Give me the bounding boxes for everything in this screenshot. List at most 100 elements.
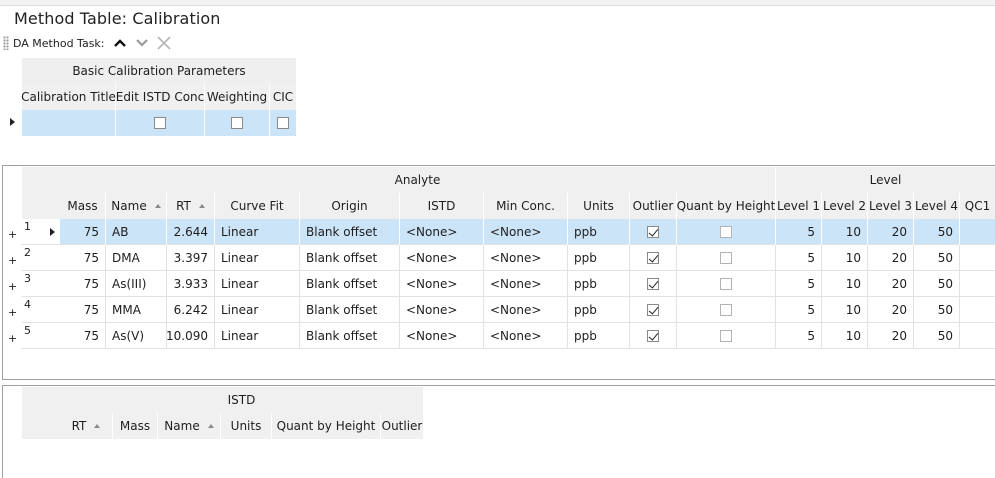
level2-cell[interactable]: 10: [822, 219, 867, 245]
cic-checkbox[interactable]: [277, 117, 289, 129]
qc1-cell[interactable]: [960, 271, 995, 297]
name-cell[interactable]: As(III): [106, 271, 166, 297]
outlier-checkbox[interactable]: [647, 252, 659, 264]
min-conc-cell[interactable]: <None>: [484, 271, 567, 297]
level4-cell[interactable]: 50: [914, 323, 959, 349]
outlier-checkbox[interactable]: [647, 278, 659, 290]
qc1-cell[interactable]: [960, 219, 995, 245]
quant-by-height-checkbox[interactable]: [720, 278, 732, 290]
level1-cell[interactable]: 5: [776, 219, 821, 245]
istd-column-header-rt[interactable]: RT: [60, 413, 112, 439]
min-conc-cell[interactable]: <None>: [484, 219, 567, 245]
chevron-down-icon[interactable]: [131, 34, 153, 52]
qc1-cell[interactable]: [960, 297, 995, 323]
expand-row-button[interactable]: +: [8, 299, 18, 325]
level3-cell[interactable]: 20: [868, 323, 913, 349]
istd-column-header-outlier[interactable]: Outlier: [381, 413, 423, 439]
column-header-edit-istd-conc[interactable]: Edit ISTD Conc: [116, 84, 204, 110]
min-conc-cell[interactable]: <None>: [484, 245, 567, 271]
level2-cell[interactable]: 10: [822, 323, 867, 349]
units-cell[interactable]: ppb: [568, 245, 629, 271]
expand-row-button[interactable]: +: [8, 221, 18, 247]
level2-cell[interactable]: 10: [822, 297, 867, 323]
column-header-cic[interactable]: CIC: [270, 84, 296, 110]
level4-cell[interactable]: 50: [914, 219, 959, 245]
min-conc-cell[interactable]: <None>: [484, 297, 567, 323]
curve-fit-cell[interactable]: Linear: [215, 323, 299, 349]
istd-cell[interactable]: <None>: [400, 219, 483, 245]
column-header-weighting[interactable]: Weighting: [205, 84, 269, 110]
mass-cell[interactable]: 75: [60, 271, 105, 297]
istd-column-header-units[interactable]: Units: [221, 413, 271, 439]
istd-column-header-quant-by-height[interactable]: Quant by Height: [272, 413, 380, 439]
column-header-min-conc[interactable]: Min Conc.: [484, 193, 567, 219]
expand-row-button[interactable]: +: [8, 325, 18, 351]
name-cell[interactable]: MMA: [106, 297, 166, 323]
curve-fit-cell[interactable]: Linear: [215, 271, 299, 297]
rt-cell[interactable]: 3.933: [167, 271, 214, 297]
level2-cell[interactable]: 10: [822, 245, 867, 271]
istd-cell[interactable]: <None>: [400, 271, 483, 297]
column-header-istd[interactable]: ISTD: [400, 193, 483, 219]
column-header-qc1[interactable]: QC1: [960, 193, 995, 219]
qc1-cell[interactable]: [960, 323, 995, 349]
level1-cell[interactable]: 5: [776, 271, 821, 297]
name-cell[interactable]: As(V): [106, 323, 166, 349]
column-header-level-4[interactable]: Level 4: [914, 193, 959, 219]
column-header-outlier[interactable]: Outlier: [630, 193, 676, 219]
outlier-checkbox[interactable]: [647, 330, 659, 342]
weighting-checkbox[interactable]: [231, 117, 243, 129]
level1-cell[interactable]: 5: [776, 245, 821, 271]
origin-cell[interactable]: Blank offset: [300, 219, 399, 245]
istd-cell[interactable]: <None>: [400, 245, 483, 271]
outlier-checkbox[interactable]: [647, 304, 659, 316]
mass-cell[interactable]: 75: [60, 297, 105, 323]
expand-row-button[interactable]: +: [8, 273, 18, 299]
toolbar-grip-icon[interactable]: [3, 36, 9, 50]
mass-cell[interactable]: 75: [60, 245, 105, 271]
column-header-rt[interactable]: RT: [167, 193, 214, 219]
min-conc-cell[interactable]: <None>: [484, 323, 567, 349]
level3-cell[interactable]: 20: [868, 245, 913, 271]
close-icon[interactable]: [153, 34, 175, 52]
curve-fit-cell[interactable]: Linear: [215, 297, 299, 323]
expand-row-button[interactable]: +: [8, 247, 18, 273]
column-header-origin[interactable]: Origin: [300, 193, 399, 219]
column-header-mass[interactable]: Mass: [60, 193, 105, 219]
level1-cell[interactable]: 5: [776, 297, 821, 323]
istd-cell[interactable]: <None>: [400, 323, 483, 349]
level3-cell[interactable]: 20: [868, 297, 913, 323]
istd-column-header-mass[interactable]: Mass: [113, 413, 157, 439]
level2-cell[interactable]: 10: [822, 271, 867, 297]
level3-cell[interactable]: 20: [868, 219, 913, 245]
rt-cell[interactable]: 6.242: [167, 297, 214, 323]
edit-istd-conc-checkbox[interactable]: [154, 117, 166, 129]
rt-cell[interactable]: 10.090: [166, 323, 214, 349]
name-cell[interactable]: DMA: [106, 245, 166, 271]
column-header-units[interactable]: Units: [568, 193, 629, 219]
origin-cell[interactable]: Blank offset: [300, 297, 399, 323]
curve-fit-cell[interactable]: Linear: [215, 245, 299, 271]
quant-by-height-checkbox[interactable]: [720, 330, 732, 342]
mass-cell[interactable]: 75: [60, 219, 105, 245]
level3-cell[interactable]: 20: [868, 271, 913, 297]
units-cell[interactable]: ppb: [568, 323, 629, 349]
qc1-cell[interactable]: [960, 245, 995, 271]
units-cell[interactable]: ppb: [568, 297, 629, 323]
column-header-name[interactable]: Name: [106, 193, 166, 219]
chevron-up-icon[interactable]: [109, 34, 131, 52]
istd-cell[interactable]: <None>: [400, 297, 483, 323]
rt-cell[interactable]: 3.397: [167, 245, 214, 271]
level4-cell[interactable]: 50: [914, 245, 959, 271]
outlier-checkbox[interactable]: [647, 226, 659, 238]
origin-cell[interactable]: Blank offset: [300, 245, 399, 271]
quant-by-height-checkbox[interactable]: [720, 226, 732, 238]
column-header-curve-fit[interactable]: Curve Fit: [215, 193, 299, 219]
column-header-level-2[interactable]: Level 2: [822, 193, 867, 219]
column-header-calibration-title[interactable]: Calibration Title: [21, 84, 116, 110]
name-cell[interactable]: AB: [106, 219, 166, 245]
origin-cell[interactable]: Blank offset: [300, 323, 399, 349]
istd-column-header-name[interactable]: Name: [158, 413, 220, 439]
column-header-level-3[interactable]: Level 3: [868, 193, 913, 219]
origin-cell[interactable]: Blank offset: [300, 271, 399, 297]
